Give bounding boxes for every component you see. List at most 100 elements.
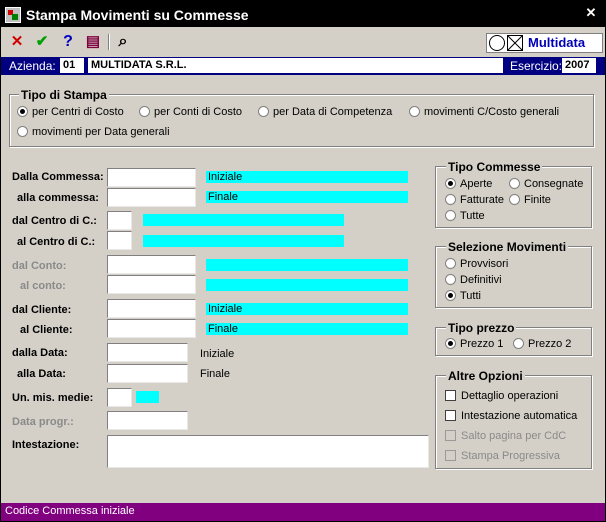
radio-provvisori[interactable]: Provvisori [445, 258, 508, 270]
status-bar: Codice Commessa iniziale [1, 503, 605, 521]
intestazione-input[interactable] [107, 435, 429, 468]
checkbox-intestazione-automatica[interactable]: Intestazione automatica [445, 410, 577, 422]
logo-circle-icon [489, 35, 505, 51]
al-conto-input[interactable] [107, 275, 196, 294]
checkbox-box-icon [445, 410, 456, 421]
radio-aperte[interactable]: Aperte [445, 178, 492, 190]
cancel-icon[interactable]: ✕ [7, 32, 27, 52]
radio-dot-icon [409, 106, 420, 117]
multidata-logo: Multidata [486, 33, 603, 53]
radio-data-di-competenza[interactable]: per Data di Competenza [258, 106, 392, 118]
um-medie-desc [136, 391, 159, 403]
radio-conti-di-costo[interactable]: per Conti di Costo [139, 106, 242, 118]
esercizio-label: Esercizio: [510, 59, 563, 73]
checkbox-box-icon [445, 430, 456, 441]
radio-dot-icon [258, 106, 269, 117]
toolbar-separator [108, 34, 110, 50]
um-medie-input[interactable] [107, 388, 132, 407]
dal-centro-input[interactable] [107, 211, 132, 230]
radio-prezzo-1[interactable]: Prezzo 1 [445, 338, 503, 350]
book-icon[interactable]: ▤ [83, 32, 103, 52]
dal-conto-label: dal Conto: [12, 260, 67, 272]
radio-tutte[interactable]: Tutte [445, 210, 485, 222]
dalla-commessa-input[interactable] [107, 168, 196, 187]
data-progr-input[interactable] [107, 411, 188, 430]
radio-dot-icon [509, 194, 520, 205]
al-cliente-input[interactable] [107, 319, 196, 338]
radio-fatturate[interactable]: Fatturate [445, 194, 504, 206]
radio-movimenti-ccosto-generali[interactable]: movimenti C/Costo generali [409, 106, 559, 118]
binoculars-icon[interactable]: ⌕ [113, 32, 133, 52]
alla-data-input[interactable] [107, 364, 188, 383]
checkbox-dettaglio-operazioni[interactable]: Dettaglio operazioni [445, 390, 558, 402]
dalla-data-input[interactable] [107, 343, 188, 362]
radio-label: Tutte [460, 210, 485, 222]
radio-label: Consegnate [524, 178, 584, 190]
radio-label: Prezzo 2 [528, 338, 572, 350]
radio-dot-icon [445, 194, 456, 205]
dalla-commessa-label: Dalla Commessa: [12, 171, 104, 183]
radio-movimenti-data-generali[interactable]: movimenti per Data generali [17, 126, 170, 138]
radio-dot-icon [17, 106, 28, 117]
alla-data-label: alla Data: [17, 368, 66, 380]
radio-label: per Centri di Costo [32, 106, 124, 118]
al-centro-label: al Centro di C.: [17, 236, 96, 248]
checkbox-salto-pagina-cdc[interactable]: Salto pagina per CdC [445, 430, 566, 442]
al-cliente-label: al Cliente: [20, 324, 73, 336]
app-icon[interactable] [5, 7, 21, 23]
radio-dot-icon [445, 290, 456, 301]
radio-label: Tutti [460, 290, 481, 302]
window-title: Stampa Movimenti su Commesse [26, 7, 249, 23]
azienda-name: MULTIDATA S.R.L. [88, 58, 503, 73]
al-centro-desc [143, 235, 344, 247]
dal-cliente-label: dal Cliente: [12, 304, 72, 316]
radio-dot-icon [445, 210, 456, 221]
radio-label: Aperte [460, 178, 493, 190]
data-progr-label: Data progr.: [12, 416, 74, 428]
dal-centro-desc [143, 214, 344, 226]
altre-opzioni-title: Altre Opzioni [446, 369, 525, 383]
title-bar[interactable]: Stampa Movimenti su Commesse ✕ [1, 1, 605, 27]
alla-commessa-label: alla commessa: [17, 192, 99, 204]
dal-cliente-input[interactable] [107, 299, 196, 318]
radio-dot-icon [445, 178, 456, 189]
radio-centri-di-costo[interactable]: per Centri di Costo [17, 106, 124, 118]
alla-commessa-input[interactable] [107, 188, 196, 207]
help-icon[interactable]: ? [58, 32, 78, 52]
um-medie-label: Un. mis. medie: [12, 392, 94, 404]
radio-label: Prezzo 1 [460, 338, 504, 350]
dal-conto-input[interactable] [107, 255, 196, 274]
radio-label: Definitivi [460, 274, 502, 286]
dal-cliente-desc: Iniziale [206, 303, 408, 315]
radio-tutti[interactable]: Tutti [445, 290, 481, 302]
radio-finite[interactable]: Finite [509, 194, 551, 206]
alla-data-desc: Finale [200, 368, 230, 380]
checkbox-box-icon [445, 450, 456, 461]
al-conto-desc [206, 279, 408, 291]
radio-dot-icon [445, 338, 456, 349]
checkbox-label: Salto pagina per CdC [461, 430, 567, 442]
dalla-data-label: dalla Data: [12, 347, 68, 359]
checkbox-label: Intestazione automatica [461, 410, 578, 422]
checkbox-label: Dettaglio operazioni [461, 390, 559, 402]
close-button[interactable]: ✕ [584, 6, 598, 20]
checkbox-stampa-progressiva[interactable]: Stampa Progressiva [445, 450, 560, 462]
al-centro-input[interactable] [107, 231, 132, 250]
radio-definitivi[interactable]: Definitivi [445, 274, 502, 286]
selezione-movimenti-title: Selezione Movimenti [446, 240, 569, 254]
esercizio-value[interactable]: 2007 [562, 58, 596, 73]
radio-consegnate[interactable]: Consegnate [509, 178, 583, 190]
azienda-code[interactable]: 01 [60, 58, 84, 73]
radio-label: Fatturate [460, 194, 505, 206]
radio-dot-icon [445, 258, 456, 269]
dal-conto-desc [206, 259, 408, 271]
dalla-commessa-desc: Iniziale [206, 171, 408, 183]
radio-prezzo-2[interactable]: Prezzo 2 [513, 338, 571, 350]
radio-label: per Data di Competenza [273, 106, 393, 118]
confirm-icon[interactable]: ✔ [32, 32, 52, 52]
intestazione-label: Intestazione: [12, 439, 80, 451]
dal-centro-label: dal Centro di C.: [12, 215, 97, 227]
azienda-label: Azienda: [9, 59, 56, 73]
alla-commessa-desc: Finale [206, 191, 408, 203]
logo-cross-icon [507, 35, 523, 51]
